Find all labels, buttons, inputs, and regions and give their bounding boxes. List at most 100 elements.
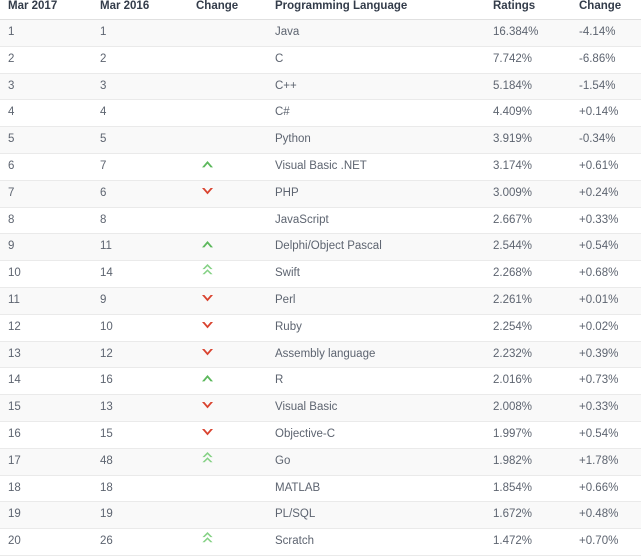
cell-rank-current: 13 — [0, 341, 92, 369]
table-row: 11 9 Perl 2.261% +0.01% — [0, 287, 641, 315]
table-row: 18 18 MATLAB 1.854% +0.66% — [0, 475, 641, 503]
chevron-down-icon — [196, 347, 218, 357]
table-header-row: Mar 2017 Mar 2016 Change Programming Lan… — [0, 0, 641, 20]
cell-ratings-delta: +0.66% — [569, 475, 641, 503]
column-header-ratings-delta: Change — [569, 0, 641, 20]
cell-ratings-delta: +0.54% — [569, 233, 641, 262]
cell-rank-previous: 2 — [92, 46, 188, 74]
cell-language: C — [267, 46, 477, 74]
cell-ratings-delta: +0.02% — [569, 314, 641, 342]
cell-ratings-delta: +0.48% — [569, 501, 641, 530]
cell-change-indicator — [188, 153, 267, 181]
cell-ratings: 4.409% — [477, 99, 569, 128]
table-row: 12 10 Ruby 2.254% +0.02% — [0, 314, 641, 342]
cell-ratings: 2.254% — [477, 314, 569, 342]
table-row: 10 14 Swift 2.268% +0.68% — [0, 260, 641, 288]
cell-rank-previous: 48 — [92, 448, 188, 476]
cell-change-indicator — [188, 233, 267, 262]
cell-change-indicator — [188, 421, 267, 449]
cell-ratings-delta: +0.61% — [569, 153, 641, 181]
cell-language: R — [267, 367, 477, 396]
cell-rank-previous: 18 — [92, 475, 188, 503]
cell-change-indicator — [188, 73, 267, 101]
table-header: Mar 2017 Mar 2016 Change Programming Lan… — [0, 0, 641, 20]
cell-language: Python — [267, 126, 477, 154]
cell-change-indicator — [188, 394, 267, 422]
cell-change-indicator — [188, 314, 267, 342]
cell-ratings: 1.672% — [477, 501, 569, 530]
cell-ratings: 1.854% — [477, 475, 569, 503]
cell-change-indicator — [188, 99, 267, 128]
cell-rank-previous: 15 — [92, 421, 188, 449]
cell-language: Assembly language — [267, 341, 477, 369]
table-row: 7 6 PHP 3.009% +0.24% — [0, 180, 641, 208]
cell-change-indicator — [188, 207, 267, 235]
cell-rank-current: 14 — [0, 367, 92, 396]
cell-rank-previous: 19 — [92, 501, 188, 530]
cell-language: JavaScript — [267, 207, 477, 235]
table-body: 1 1 Java 16.384% -4.14% 2 2 C 7.742% -6.86% 3 3 C++ 5… — [0, 19, 641, 556]
cell-ratings: 3.919% — [477, 126, 569, 154]
cell-language: Objective-C — [267, 421, 477, 449]
cell-ratings-delta: +0.33% — [569, 207, 641, 235]
cell-rank-current: 2 — [0, 46, 92, 74]
cell-change-indicator — [188, 367, 267, 396]
cell-rank-current: 16 — [0, 421, 92, 449]
chevron-down-icon — [196, 427, 218, 437]
cell-rank-previous: 12 — [92, 341, 188, 369]
cell-rank-previous: 7 — [92, 153, 188, 181]
cell-language: Java — [267, 19, 477, 47]
table-row: 16 15 Objective-C 1.997% +0.54% — [0, 421, 641, 449]
chevron-up-icon — [196, 159, 218, 169]
cell-ratings: 2.232% — [477, 341, 569, 369]
cell-rank-previous: 4 — [92, 99, 188, 128]
cell-ratings-delta: +0.01% — [569, 287, 641, 315]
table-row: 20 26 Scratch 1.472% +0.70% — [0, 528, 641, 556]
chevron-double-up-icon — [196, 531, 218, 544]
cell-language: MATLAB — [267, 475, 477, 503]
cell-change-indicator — [188, 475, 267, 503]
cell-ratings: 2.261% — [477, 287, 569, 315]
cell-rank-current: 7 — [0, 180, 92, 208]
cell-rank-previous: 13 — [92, 394, 188, 422]
cell-language: PL/SQL — [267, 501, 477, 530]
cell-ratings: 2.667% — [477, 207, 569, 235]
chevron-down-icon — [196, 186, 218, 196]
cell-language: C# — [267, 99, 477, 128]
column-header-rank-previous: Mar 2016 — [92, 0, 188, 20]
cell-change-indicator — [188, 341, 267, 369]
cell-rank-previous: 1 — [92, 19, 188, 47]
table-row: 13 12 Assembly language 2.232% +0.39% — [0, 341, 641, 369]
cell-rank-previous: 26 — [92, 528, 188, 556]
cell-language: PHP — [267, 180, 477, 208]
cell-ratings: 2.268% — [477, 260, 569, 288]
cell-ratings: 2.008% — [477, 394, 569, 422]
cell-ratings-delta: +0.14% — [569, 99, 641, 128]
cell-rank-previous: 3 — [92, 73, 188, 101]
table-row: 14 16 R 2.016% +0.73% — [0, 367, 641, 396]
table-row: 5 5 Python 3.919% -0.34% — [0, 126, 641, 154]
cell-ratings: 2.016% — [477, 367, 569, 396]
cell-ratings: 7.742% — [477, 46, 569, 74]
cell-language: Go — [267, 448, 477, 476]
cell-change-indicator — [188, 528, 267, 556]
cell-rank-previous: 10 — [92, 314, 188, 342]
cell-rank-current: 19 — [0, 501, 92, 530]
cell-language: Swift — [267, 260, 477, 288]
cell-rank-previous: 14 — [92, 260, 188, 288]
cell-ratings-delta: +1.78% — [569, 448, 641, 476]
cell-rank-previous: 8 — [92, 207, 188, 235]
cell-language: Visual Basic — [267, 394, 477, 422]
cell-ratings-delta: -0.34% — [569, 126, 641, 154]
cell-change-indicator — [188, 46, 267, 74]
cell-rank-current: 5 — [0, 126, 92, 154]
table-row: 17 48 Go 1.982% +1.78% — [0, 448, 641, 476]
table-row: 3 3 C++ 5.184% -1.54% — [0, 73, 641, 101]
cell-rank-previous: 9 — [92, 287, 188, 315]
cell-ratings: 16.384% — [477, 19, 569, 47]
cell-rank-previous: 16 — [92, 367, 188, 396]
chevron-up-icon — [196, 373, 218, 383]
cell-rank-current: 10 — [0, 260, 92, 288]
cell-rank-current: 3 — [0, 73, 92, 101]
cell-rank-current: 11 — [0, 287, 92, 315]
